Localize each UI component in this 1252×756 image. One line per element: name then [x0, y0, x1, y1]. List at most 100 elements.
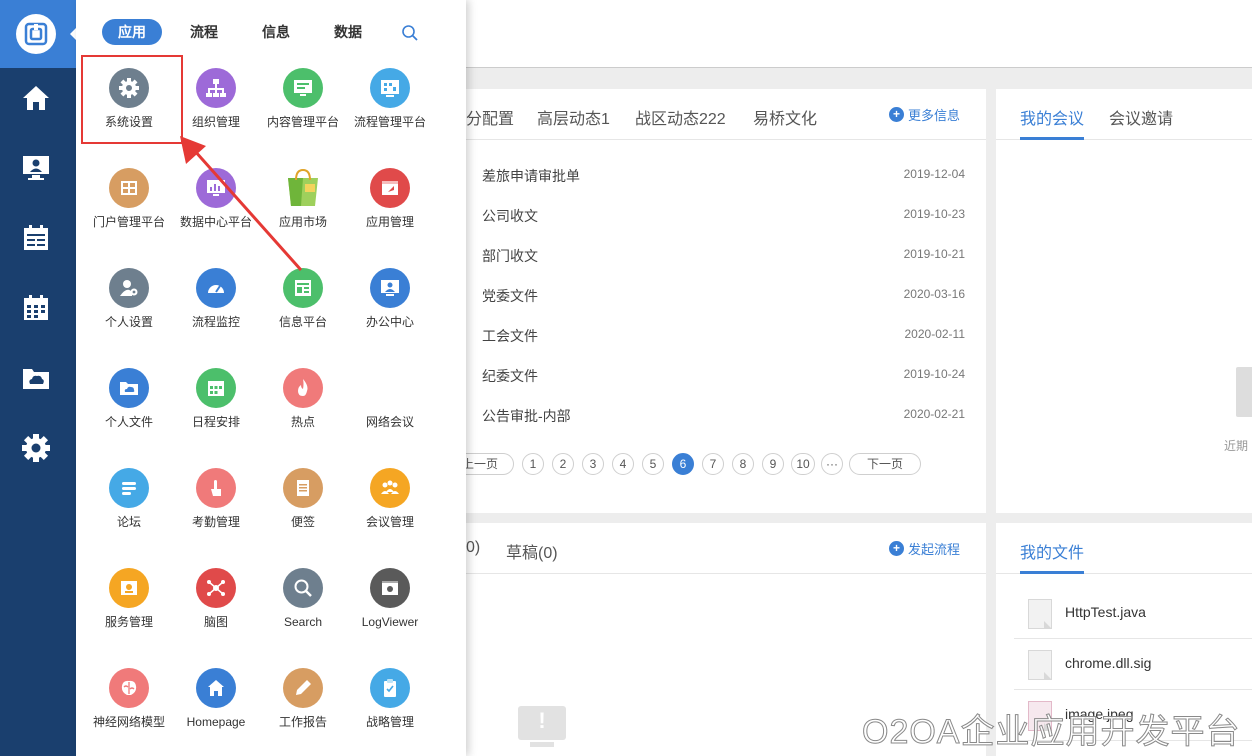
fire-icon [283, 368, 323, 408]
app-tile-label: 内容管理平台 [266, 115, 339, 129]
notice-title: 公司收文 [482, 208, 538, 224]
app-tile[interactable]: 网络会议 [347, 368, 433, 458]
app-tile[interactable]: 战略管理 [347, 668, 433, 756]
notice-date: 2020-02-11 [904, 327, 966, 341]
app-tile-label: 热点 [290, 415, 315, 429]
page-button[interactable]: 4 [612, 453, 634, 475]
notice-tab-1[interactable]: 分配置 [466, 105, 514, 129]
more-info-link[interactable]: + 更多信息 [889, 105, 960, 124]
o2oa-logo-icon[interactable] [16, 14, 56, 54]
page-ellipsis[interactable]: ··· [821, 453, 843, 475]
notice-tab-2[interactable]: 高层动态1 [537, 105, 610, 129]
app-tile[interactable]: 脑图 [173, 568, 259, 658]
page-button[interactable]: 9 [762, 453, 784, 475]
next-page-button[interactable]: 下一页 [849, 453, 921, 475]
home-icon[interactable] [20, 82, 52, 114]
notice-row[interactable]: 公告审批-内部 2020-02-21 [482, 403, 965, 427]
app-tile[interactable]: 个人设置 [86, 268, 172, 358]
app-tile[interactable]: 应用市场 [260, 168, 346, 258]
house-icon [196, 668, 236, 708]
app-tile[interactable]: 热点 [260, 368, 346, 458]
drawer-tab-apps[interactable]: 应用 [102, 19, 162, 45]
notice-row[interactable]: 纪委文件 2019-10-24 [482, 363, 965, 387]
search-icon[interactable] [401, 24, 419, 47]
watermark-text: O2OA企业应用开发平台 [861, 713, 1241, 752]
logo-area[interactable] [0, 0, 77, 68]
flow-tab-partial[interactable]: 0) [466, 539, 480, 557]
notice-date: 2019-10-21 [903, 247, 965, 261]
drawer-tab-data[interactable]: 数据 [334, 19, 362, 45]
app-tile[interactable]: 流程监控 [173, 268, 259, 358]
app-tile[interactable]: 个人文件 [86, 368, 172, 458]
app-tile[interactable]: 组织管理 [173, 68, 259, 158]
app-tile[interactable]: 神经网络模型 [86, 668, 172, 756]
page-button[interactable]: 10 [791, 453, 815, 475]
app-tile[interactable]: 系统设置 [86, 68, 172, 158]
file-item[interactable]: chrome.dll.sig [1014, 640, 1252, 690]
calendar-grid-icon[interactable] [20, 292, 52, 324]
app-tile[interactable]: 数据中心平台 [173, 168, 259, 258]
mindmap-icon [196, 568, 236, 608]
gear-icon[interactable] [20, 432, 52, 464]
app-tile[interactable]: 流程管理平台 [347, 68, 433, 158]
drawer-tab-info[interactable]: 信息 [262, 19, 290, 45]
cloud-folder-icon[interactable] [20, 362, 52, 394]
notice-date: 2019-10-24 [903, 367, 965, 381]
office-user-icon [370, 268, 410, 308]
page-button[interactable]: 1 [522, 453, 544, 475]
app-tile[interactable]: 服务管理 [86, 568, 172, 658]
notice-panel: 分配置 高层动态1 战区动态222 易桥文化 + 更多信息 差旅申请审批单 20… [446, 89, 986, 513]
app-tile[interactable]: 考勤管理 [173, 468, 259, 558]
page-button[interactable]: 3 [582, 453, 604, 475]
page-button[interactable]: 2 [552, 453, 574, 475]
page-button[interactable]: 5 [642, 453, 664, 475]
page-button[interactable]: 8 [732, 453, 754, 475]
app-tile-label: 神经网络模型 [92, 715, 165, 729]
app-tile[interactable]: 便签 [260, 468, 346, 558]
notice-title: 纪委文件 [482, 368, 538, 384]
page-button-current[interactable]: 6 [672, 453, 694, 475]
app-tile[interactable]: 内容管理平台 [260, 68, 346, 158]
app-tile-label: 数据中心平台 [179, 215, 252, 229]
app-launcher-drawer: 应用 流程 信息 数据 系统设置 组织管理 内容管理平台 流程管理平台门户管理平台 数据… [76, 0, 466, 756]
tab-drafts[interactable]: 草稿(0) [506, 539, 558, 563]
app-tile[interactable]: 门户管理平台 [86, 168, 172, 258]
app-tile[interactable]: Search [260, 568, 346, 658]
notice-row[interactable]: 公司收文 2019-10-23 [482, 203, 965, 227]
app-tile-label: 工作报告 [278, 715, 327, 729]
notice-tab-3[interactable]: 战区动态222 [635, 105, 726, 129]
app-tile[interactable]: 论坛 [86, 468, 172, 558]
tab-my-files[interactable]: 我的文件 [1020, 539, 1084, 563]
app-tile[interactable]: 办公中心 [347, 268, 433, 358]
app-tile[interactable]: 应用管理 [347, 168, 433, 258]
notice-row[interactable]: 差旅申请审批单 2019-12-04 [482, 163, 965, 187]
app-tile[interactable]: LogViewer [347, 568, 433, 658]
notice-row[interactable]: 党委文件 2020-03-16 [482, 283, 965, 307]
app-tile[interactable]: 工作报告 [260, 668, 346, 756]
app-tile-label: 战略管理 [365, 715, 414, 729]
notice-tab-4[interactable]: 易桥文化 [753, 105, 817, 129]
app-tile[interactable]: 日程安排 [173, 368, 259, 458]
tap-hand-icon [196, 468, 236, 508]
app-tile-label: 个人文件 [104, 415, 153, 429]
app-tile[interactable]: Homepage [173, 668, 259, 756]
app-tile[interactable]: 信息平台 [260, 268, 346, 358]
active-tab-indicator [1020, 571, 1084, 574]
start-flow-link[interactable]: + 发起流程 [889, 539, 960, 558]
tab-meeting-invites[interactable]: 会议邀请 [1109, 105, 1173, 129]
speedometer-icon [196, 268, 236, 308]
calendar-list-icon[interactable] [20, 222, 52, 254]
app-tile-label: Homepage [186, 715, 246, 729]
desktop-user-icon[interactable] [20, 152, 52, 184]
drawer-tab-flow[interactable]: 流程 [190, 19, 218, 45]
notice-row[interactable]: 部门收文 2019-10-21 [482, 243, 965, 267]
org-chart-icon [196, 68, 236, 108]
tab-my-meetings[interactable]: 我的会议 [1020, 105, 1084, 129]
notice-row[interactable]: 工会文件 2020-02-11 [482, 323, 965, 347]
cloud-folder-icon [109, 368, 149, 408]
page-button[interactable]: 7 [702, 453, 724, 475]
app-window-icon [370, 168, 410, 208]
file-item[interactable]: HttpTest.java [1014, 589, 1252, 639]
app-tile[interactable]: 会议管理 [347, 468, 433, 558]
app-tile-label: Search [283, 615, 323, 629]
